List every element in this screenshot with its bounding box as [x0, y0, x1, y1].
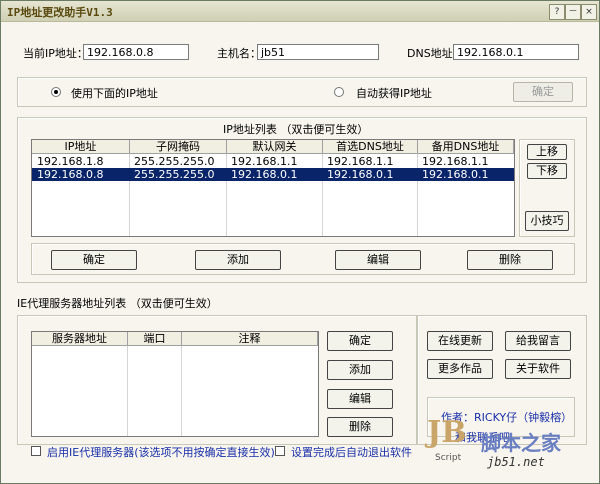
proxy-add-button[interactable]: 添加 [327, 360, 393, 380]
online-update-button[interactable]: 在线更新 [427, 331, 493, 351]
column-header[interactable]: 首选DNS地址 [323, 140, 418, 154]
enable-proxy-checkbox[interactable] [31, 446, 41, 456]
auto-exit-label: 设置完成后自动退出软件 [291, 446, 412, 459]
table-row-selected[interactable]: 192.168.0.8 255.255.255.0 192.168.0.1 19… [32, 168, 514, 181]
column-header[interactable]: 服务器地址 [32, 332, 128, 346]
ip-add-button[interactable]: 添加 [195, 250, 281, 270]
proxy-edit-button[interactable]: 编辑 [327, 389, 393, 409]
minimize-button[interactable]: － [565, 4, 581, 20]
manual-ip-label: 使用下面的IP地址 [71, 87, 158, 100]
move-down-button[interactable]: 下移 [527, 163, 567, 179]
table-cell: 255.255.255.0 [134, 155, 215, 168]
ip-delete-button[interactable]: 删除 [467, 250, 553, 270]
dns-field[interactable]: 192.168.0.1 [453, 44, 579, 60]
move-up-button[interactable]: 上移 [527, 144, 567, 160]
proxy-list-header: 服务器地址 端口 注释 [32, 332, 318, 346]
proxy-list-title: IE代理服务器地址列表 （双击便可生效） [17, 297, 218, 310]
close-button[interactable]: × [581, 4, 597, 20]
about-button[interactable]: 关于软件 [505, 359, 571, 379]
table-cell: 255.255.255.0 [134, 168, 215, 181]
table-cell: 192.168.0.1 [231, 168, 298, 181]
help-button[interactable]: ? [549, 4, 565, 20]
title-bar: IP地址更改助手V1.3 ? － × [1, 1, 599, 22]
proxy-list-table[interactable]: 服务器地址 端口 注释 [31, 331, 319, 437]
ip-list-table[interactable]: IP地址 子网掩码 默认网关 首选DNS地址 备用DNS地址 192.168.1… [31, 139, 515, 237]
column-header[interactable]: 注释 [182, 332, 318, 346]
mode-confirm-button[interactable]: 确定 [513, 82, 573, 102]
watermark-url: jb51.net [487, 455, 545, 469]
table-cell: 192.168.0.1 [422, 168, 489, 181]
table-cell: 192.168.1.1 [327, 155, 394, 168]
column-header[interactable]: 默认网关 [227, 140, 323, 154]
table-cell: 192.168.1.1 [422, 155, 489, 168]
enable-proxy-label: 启用IE代理服务器(该选项不用按确定直接生效) [47, 446, 275, 459]
proxy-delete-button[interactable]: 删除 [327, 417, 393, 437]
more-works-button[interactable]: 更多作品 [427, 359, 493, 379]
window-title: IP地址更改助手V1.3 [7, 6, 113, 19]
ip-list-title: IP地址列表 （双击便可生效） [223, 123, 369, 136]
tips-button[interactable]: 小技巧 [525, 211, 569, 231]
ip-ok-button[interactable]: 确定 [51, 250, 137, 270]
manual-ip-radio[interactable] [51, 87, 61, 97]
ip-edit-button[interactable]: 编辑 [335, 250, 421, 270]
leave-message-button[interactable]: 给我留言 [505, 331, 571, 351]
auto-exit-checkbox[interactable] [275, 446, 285, 456]
table-cell: 192.168.0.8 [37, 168, 104, 181]
ip-list-header: IP地址 子网掩码 默认网关 首选DNS地址 备用DNS地址 [32, 140, 514, 154]
table-cell: 192.168.0.1 [327, 168, 394, 181]
jb51-logo: JB Script [427, 415, 467, 463]
current-ip-field[interactable]: 192.168.0.8 [83, 44, 189, 60]
current-ip-label: 当前IP地址： [23, 47, 88, 60]
auto-ip-radio[interactable] [334, 87, 344, 97]
proxy-ok-button[interactable]: 确定 [327, 331, 393, 351]
hostname-field[interactable]: jb51 [257, 44, 379, 60]
table-cell: 192.168.1.8 [37, 155, 104, 168]
column-header[interactable]: 端口 [128, 332, 182, 346]
table-cell: 192.168.1.1 [231, 155, 298, 168]
auto-ip-label: 自动获得IP地址 [356, 87, 432, 100]
column-header[interactable]: 子网掩码 [130, 140, 227, 154]
watermark-site: 脚本之家 [481, 431, 561, 455]
hostname-label: 主机名： [217, 47, 261, 60]
column-header[interactable]: IP地址 [32, 140, 130, 154]
app-window: IP地址更改助手V1.3 ? － × 当前IP地址： 192.168.0.8 主… [0, 0, 600, 484]
table-row[interactable]: 192.168.1.8 255.255.255.0 192.168.1.1 19… [32, 155, 514, 168]
column-header[interactable]: 备用DNS地址 [418, 140, 514, 154]
